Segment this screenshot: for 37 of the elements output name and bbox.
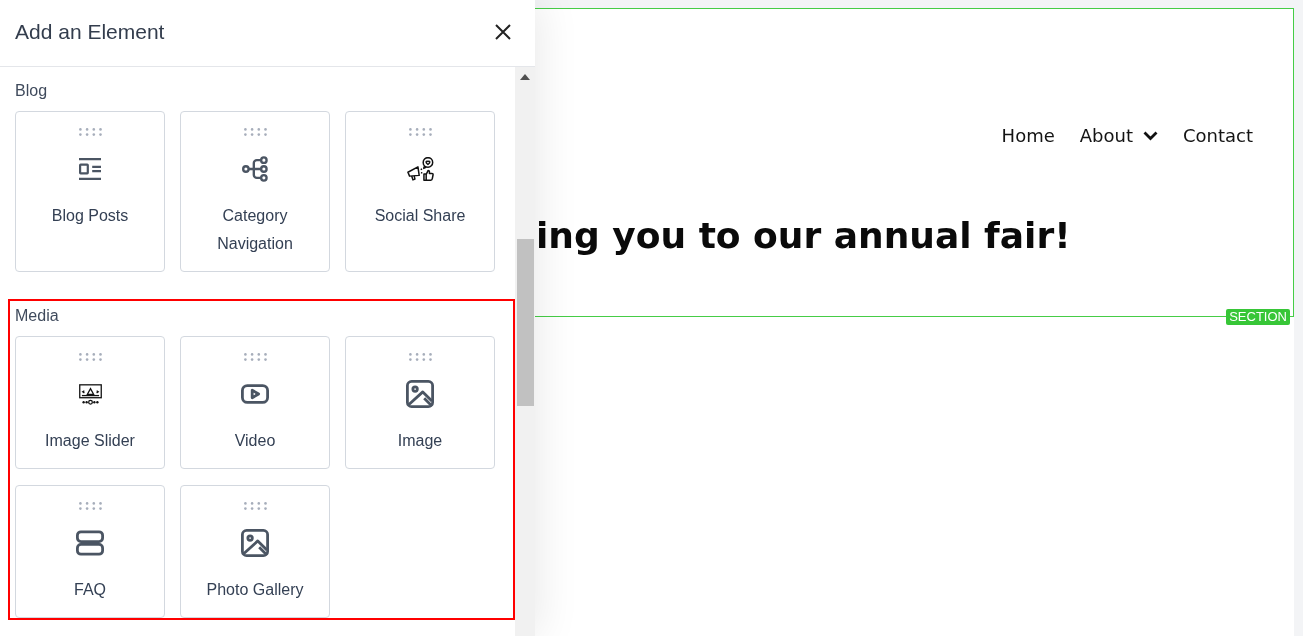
close-icon <box>495 23 511 40</box>
element-card[interactable]: Social Share <box>345 111 495 272</box>
scrollbar-thumb[interactable] <box>516 239 534 406</box>
image-icon <box>406 380 434 408</box>
element-card[interactable]: Image <box>345 336 495 469</box>
nav-link[interactable]: Home <box>1001 124 1055 148</box>
page-heading: ing you to our annual fair! <box>536 214 1072 258</box>
image-icon <box>241 529 269 557</box>
drag-handle-icon <box>243 128 267 136</box>
drag-handle-icon <box>243 502 267 510</box>
slideshow-icon <box>78 383 102 405</box>
scroll-up-arrow-icon[interactable] <box>520 74 530 80</box>
panel-title: Add an Element <box>15 18 165 45</box>
drag-handle-icon <box>408 128 432 136</box>
article-layout-icon <box>77 158 103 180</box>
megaphone-icon <box>406 157 434 181</box>
drag-handle-icon <box>408 353 432 361</box>
element-card[interactable]: Category Navigation <box>180 111 330 272</box>
drag-handle-icon <box>243 353 267 361</box>
close-button[interactable] <box>495 23 511 40</box>
section-badge: SECTION <box>1226 309 1290 325</box>
element-card[interactable]: Image Slider <box>15 336 165 469</box>
section-heading: Blog <box>15 81 49 101</box>
element-card[interactable]: Photo Gallery <box>180 485 330 618</box>
nav-link[interactable]: About <box>1079 124 1158 148</box>
stacked-rows-icon <box>76 530 104 556</box>
play-icon <box>241 383 269 405</box>
drag-handle-icon <box>78 502 102 510</box>
branch-nodes-icon <box>242 156 268 182</box>
nav-link[interactable]: Contact <box>1182 124 1253 148</box>
drag-handle-icon <box>78 128 102 136</box>
drag-handle-icon <box>78 353 102 361</box>
element-card[interactable]: Blog Posts <box>15 111 165 272</box>
scrollbar[interactable] <box>515 67 535 636</box>
element-card[interactable]: FAQ <box>15 485 165 618</box>
element-card[interactable]: Video <box>180 336 330 469</box>
section-heading: Media <box>15 306 60 326</box>
